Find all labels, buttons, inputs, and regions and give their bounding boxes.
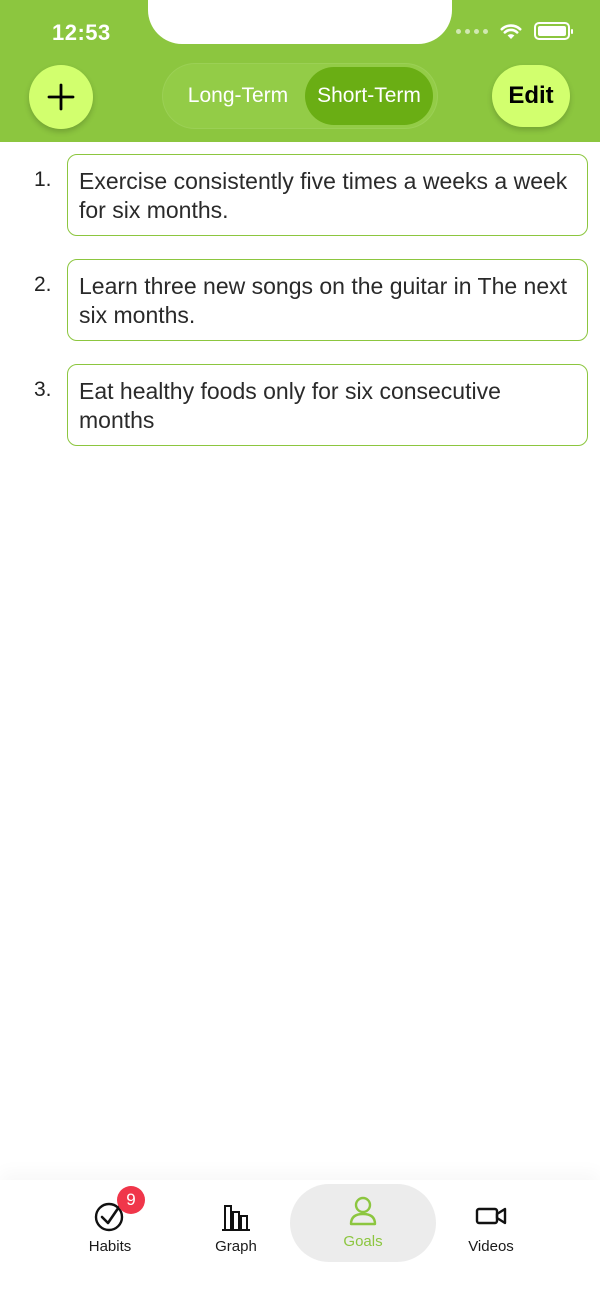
goal-number: 1. (34, 168, 52, 191)
bar-chart-icon (222, 1205, 250, 1231)
goal-item: 2. Learn three new songs on the guitar i… (0, 259, 600, 341)
device-notch (148, 0, 452, 44)
habits-badge: 9 (117, 1186, 145, 1214)
tab-goals[interactable]: Goals (290, 1184, 436, 1262)
plus-icon (47, 83, 75, 111)
goal-number: 3. (34, 378, 52, 401)
tab-label: Graph (215, 1238, 257, 1255)
wifi-icon (500, 23, 522, 39)
edit-button[interactable]: Edit (492, 65, 570, 127)
video-camera-icon (475, 1207, 507, 1225)
status-time: 12:53 (52, 20, 111, 45)
goal-item: 1. Exercise consistently five times a we… (0, 154, 600, 236)
goal-text-field[interactable]: Eat healthy foods only for six consecuti… (67, 364, 588, 446)
status-icons (456, 22, 573, 40)
bottom-tab-bar: 9 Habits Graph Goals Videos (0, 1180, 600, 1299)
battery-icon (534, 22, 573, 40)
tab-label: Videos (468, 1238, 514, 1255)
tab-graph[interactable]: Graph (194, 1192, 278, 1262)
tab-videos[interactable]: Videos (449, 1192, 533, 1262)
tab-habits[interactable]: 9 Habits (68, 1186, 152, 1262)
goal-item: 3. Eat healthy foods only for six consec… (0, 364, 600, 446)
cellular-signal-icon (456, 28, 488, 34)
term-segmented-control: Long-Term Short-Term (162, 63, 438, 129)
goal-text-field[interactable]: Exercise consistently five times a weeks… (67, 154, 588, 236)
tab-short-term[interactable]: Short-Term (305, 67, 433, 125)
header-bar: 12:53 Long-Term Short-Term Edit (0, 0, 600, 142)
goal-text-field[interactable]: Learn three new songs on the guitar in T… (67, 259, 588, 341)
person-icon (349, 1196, 377, 1226)
goal-number: 2. (34, 273, 52, 296)
add-goal-button[interactable] (29, 65, 93, 129)
tab-long-term[interactable]: Long-Term (170, 67, 306, 125)
tab-label: Goals (343, 1233, 383, 1250)
tab-label: Habits (88, 1238, 132, 1255)
